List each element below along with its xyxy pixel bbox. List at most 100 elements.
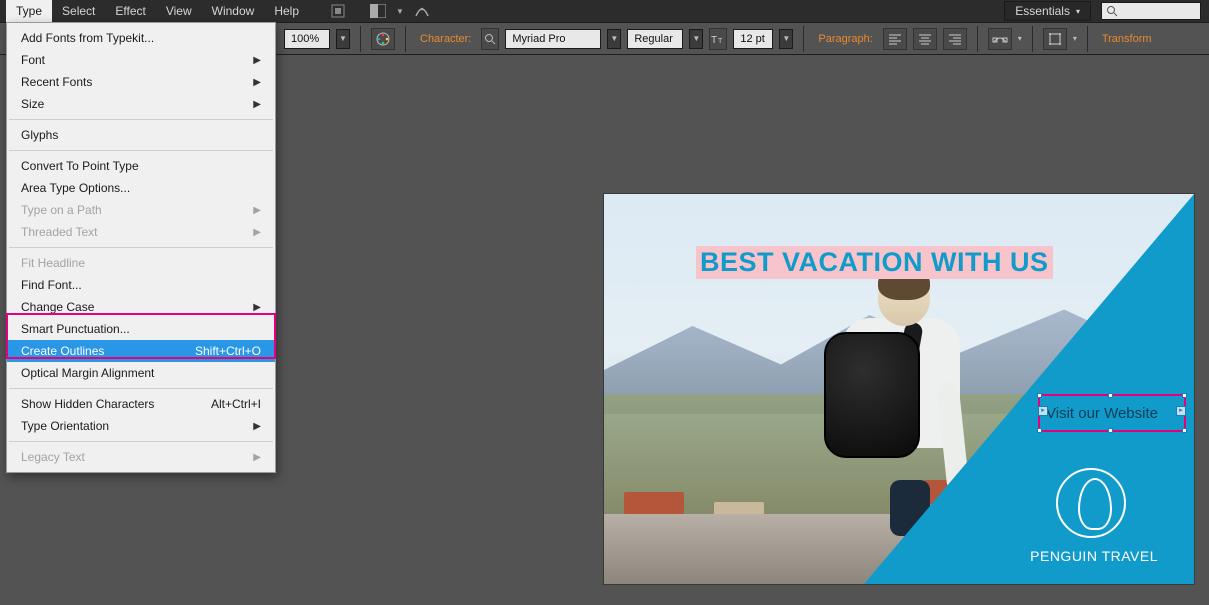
menu-separator — [9, 119, 273, 120]
font-family-field[interactable]: Myriad Pro — [505, 29, 601, 49]
help-search-input[interactable] — [1101, 2, 1201, 20]
selection-handle[interactable] — [1108, 393, 1113, 398]
menu-separator — [9, 441, 273, 442]
submenu-arrow-icon: ▶ — [253, 421, 261, 432]
menu-item-label: Create Outlines — [21, 344, 104, 358]
menu-item-label: Legacy Text — [21, 450, 85, 464]
menu-item-label: Change Case — [21, 300, 94, 314]
submenu-arrow-icon: ▶ — [253, 55, 261, 66]
selection-handle[interactable] — [1182, 428, 1187, 433]
menu-help[interactable]: Help — [264, 0, 309, 22]
workspace-label: Essentials — [1015, 4, 1070, 18]
menu-item-label: Add Fonts from Typekit... — [21, 31, 154, 45]
submenu-arrow-icon: ▶ — [253, 77, 261, 88]
font-search-icon[interactable] — [481, 28, 499, 50]
menu-item-type-on-a-path: Type on a Path ▶ — [7, 199, 275, 221]
menu-item-show-hidden-characters[interactable]: Show Hidden Characters Alt+Ctrl+I — [7, 393, 275, 415]
search-icon — [1106, 5, 1118, 17]
font-style-field[interactable]: Regular — [627, 29, 683, 49]
chevron-down-icon: ▾ — [1076, 7, 1080, 16]
menu-separator — [9, 247, 273, 248]
menu-item-label: Optical Margin Alignment — [21, 366, 154, 380]
selection-handle[interactable] — [1108, 428, 1113, 433]
menu-item-create-outlines[interactable]: Create Outlines Shift+Ctrl+O — [7, 340, 275, 362]
font-size-field[interactable]: 12 pt — [733, 29, 773, 49]
paragraph-label: Paragraph: — [818, 33, 872, 45]
menu-item-find-font[interactable]: Find Font... — [7, 274, 275, 296]
gpu-icon[interactable] — [327, 0, 349, 22]
menu-item-add-fonts-from-typekit[interactable]: Add Fonts from Typekit... — [7, 27, 275, 49]
menu-item-label: Recent Fonts — [21, 75, 92, 89]
menu-item-fit-headline: Fit Headline — [7, 252, 275, 274]
submenu-arrow-icon: ▶ — [253, 227, 261, 238]
menu-select[interactable]: Select — [52, 0, 105, 22]
arrange-docs-arrow[interactable]: ▼ — [389, 0, 411, 22]
selection-handle[interactable] — [1182, 393, 1187, 398]
font-family-dropdown[interactable]: ▼ — [607, 29, 621, 49]
svg-text:T: T — [711, 35, 717, 45]
submenu-arrow-icon: ▶ — [253, 302, 261, 313]
menubar: Type Select Effect View Window Help ▼ Es… — [0, 0, 1209, 22]
visit-text-frame[interactable]: Visit our Website ▸ ▸ — [1038, 394, 1186, 432]
menu-window[interactable]: Window — [202, 0, 265, 22]
text-port-out-icon[interactable]: ▸ — [1176, 406, 1186, 416]
menu-item-label: Type on a Path — [21, 203, 102, 217]
menu-item-label: Size — [21, 97, 44, 111]
menu-item-label: Font — [21, 53, 45, 67]
visit-text: Visit our Website — [1046, 405, 1158, 422]
menu-item-font[interactable]: Font ▶ — [7, 49, 275, 71]
menu-item-label: Find Font... — [21, 278, 82, 292]
artboard[interactable]: BEST VACATION WITH US Visit our Website … — [604, 194, 1194, 584]
person-photo — [794, 272, 964, 532]
opacity-field[interactable]: 100% — [284, 29, 330, 49]
menu-separator — [9, 150, 273, 151]
character-label: Character: — [420, 33, 471, 45]
menu-item-area-type-options[interactable]: Area Type Options... — [7, 177, 275, 199]
font-size-icon: TT — [709, 28, 727, 50]
menu-item-size[interactable]: Size▶ — [7, 93, 275, 115]
menu-item-label: Convert To Point Type — [21, 159, 139, 173]
align-right-icon[interactable] — [943, 28, 967, 50]
recolor-artwork-icon[interactable] — [371, 28, 395, 50]
menu-item-convert-to-point-type[interactable]: Convert To Point Type — [7, 155, 275, 177]
envelope-dropdown[interactable]: ▾ — [1073, 34, 1077, 43]
font-style-dropdown[interactable]: ▼ — [689, 29, 703, 49]
touch-type-icon[interactable] — [988, 28, 1012, 50]
font-size-dropdown[interactable]: ▼ — [779, 29, 793, 49]
opacity-dropdown[interactable]: ▼ — [336, 29, 350, 49]
menu-item-legacy-text: Legacy Text ▶ — [7, 446, 275, 468]
menu-item-shortcut: Alt+Ctrl+I — [211, 397, 261, 411]
menu-item-recent-fonts[interactable]: Recent Fonts ▶ — [7, 71, 275, 93]
align-center-icon[interactable] — [913, 28, 937, 50]
submenu-arrow-icon: ▶ — [253, 452, 261, 463]
menu-item-change-case[interactable]: Change Case ▶ — [7, 296, 275, 318]
gpu-preview-icon[interactable] — [411, 0, 433, 22]
transform-label[interactable]: Transform — [1102, 33, 1152, 45]
menu-item-shortcut: Shift+Ctrl+O — [195, 344, 261, 358]
text-port-in-icon[interactable]: ▸ — [1038, 406, 1048, 416]
menu-separator — [9, 388, 273, 389]
menu-view[interactable]: View — [156, 0, 202, 22]
headline-text[interactable]: BEST VACATION WITH US — [696, 246, 1053, 279]
menu-item-label: Smart Punctuation... — [21, 322, 130, 336]
menu-item-label: Fit Headline — [21, 256, 85, 270]
menu-type[interactable]: Type — [6, 0, 52, 22]
menu-item-optical-margin-alignment[interactable]: Optical Margin Alignment — [7, 362, 275, 384]
menu-item-label: Show Hidden Characters — [21, 397, 154, 411]
menu-item-type-orientation[interactable]: Type Orientation▶ — [7, 415, 275, 437]
make-envelope-icon[interactable] — [1043, 28, 1067, 50]
svg-text:T: T — [718, 38, 723, 45]
selection-handle[interactable] — [1037, 428, 1042, 433]
menu-item-label: Threaded Text — [21, 225, 98, 239]
align-left-icon[interactable] — [883, 28, 907, 50]
submenu-arrow-icon: ▶ — [253, 205, 261, 216]
selection-handle[interactable] — [1037, 393, 1042, 398]
menu-effect[interactable]: Effect — [105, 0, 155, 22]
penguin-logo-icon — [1056, 468, 1126, 538]
brand-text: PENGUIN TRAVEL — [1030, 548, 1158, 564]
menu-item-smart-punctuation[interactable]: Smart Punctuation... — [7, 318, 275, 340]
menu-item-glyphs[interactable]: Glyphs — [7, 124, 275, 146]
workspace-switcher[interactable]: Essentials ▾ — [1004, 1, 1091, 21]
arrange-docs-icon[interactable] — [367, 0, 389, 22]
touch-dropdown[interactable]: ▾ — [1018, 34, 1022, 43]
